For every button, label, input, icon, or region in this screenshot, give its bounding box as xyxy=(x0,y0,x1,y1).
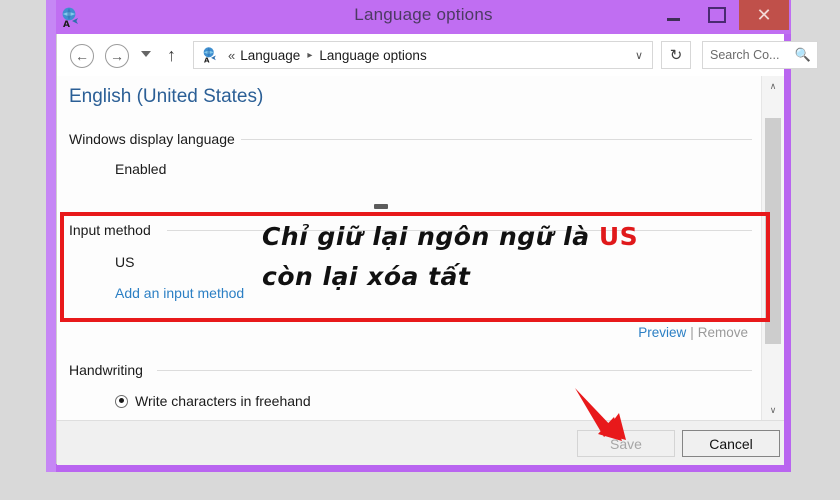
divider-artifact xyxy=(374,204,388,209)
breadcrumb-item-language-options[interactable]: Language options xyxy=(319,48,426,63)
up-one-level-button[interactable]: ↑ xyxy=(167,45,176,65)
link-divider: | xyxy=(690,325,694,340)
back-button[interactable]: ← xyxy=(70,44,94,68)
display-language-status: Enabled xyxy=(115,161,167,177)
dialog-footer: Save Cancel xyxy=(57,420,784,465)
address-toolbar: ← → ↑ A « Language ▸ Language options ∨ … xyxy=(57,34,818,76)
forward-button[interactable]: → xyxy=(105,44,129,68)
breadcrumb-item-language[interactable]: Language xyxy=(240,48,300,63)
radio-option-freehand[interactable]: Write characters in freehand xyxy=(115,393,311,409)
window-controls: ✕ xyxy=(651,0,789,34)
annotation-text-line2: còn lại xóa tất xyxy=(262,262,471,291)
preview-link[interactable]: Preview xyxy=(638,325,686,340)
page-title: English (United States) xyxy=(69,86,264,107)
svg-text:A: A xyxy=(63,20,70,30)
cancel-button[interactable]: Cancel xyxy=(682,430,780,457)
search-input[interactable]: Search Co... 🔍 xyxy=(702,41,818,69)
chevron-down-icon[interactable]: ∨ xyxy=(635,49,648,62)
chevron-right-icon[interactable]: ▸ xyxy=(307,50,312,61)
close-button[interactable]: ✕ xyxy=(739,0,789,30)
scroll-up-button[interactable]: ∧ xyxy=(762,76,784,96)
vertical-scrollbar[interactable]: ∧ ∨ xyxy=(761,76,784,420)
search-icon: 🔍 xyxy=(794,47,811,62)
section-label-input-method: Input method xyxy=(69,222,157,238)
minimize-button[interactable] xyxy=(651,0,695,30)
radio-label-freehand: Write characters in freehand xyxy=(135,393,311,409)
breadcrumb-address-box[interactable]: A « Language ▸ Language options ∨ xyxy=(193,41,653,69)
section-label-handwriting: Handwriting xyxy=(69,362,149,378)
maximize-button[interactable] xyxy=(695,0,739,30)
annotation-line1-highlight: US xyxy=(598,222,639,251)
language-globe-icon: A xyxy=(58,6,82,30)
annotation-line1-text: Chỉ giữ lại ngôn ngữ là xyxy=(262,222,599,251)
radio-button-freehand[interactable] xyxy=(115,394,128,408)
recent-locations-dropdown-icon[interactable] xyxy=(141,51,151,57)
svg-text:A: A xyxy=(204,55,210,64)
scroll-down-button[interactable]: ∨ xyxy=(762,400,784,420)
annotation-text-line1: Chỉ giữ lại ngôn ngữ là US xyxy=(262,222,638,251)
annotation-red-arrow xyxy=(570,385,650,452)
breadcrumb-prefix: « xyxy=(228,47,236,63)
title-bar: Language options ✕ xyxy=(56,0,791,34)
window-frame-left-edge xyxy=(46,0,56,472)
remove-link[interactable]: Remove xyxy=(698,325,748,340)
add-input-method-link[interactable]: Add an input method xyxy=(115,285,244,301)
input-method-row-links: Preview | Remove xyxy=(638,325,748,340)
screenshot-root: Language options ✕ A ← → ↑ A « Language … xyxy=(0,0,840,500)
section-rule-handwriting xyxy=(157,370,752,371)
refresh-button[interactable]: ↻ xyxy=(661,41,691,69)
search-placeholder: Search Co... xyxy=(710,48,780,62)
section-rule-display-language xyxy=(237,139,752,140)
section-label-display-language: Windows display language xyxy=(69,131,241,147)
input-method-value-us: US xyxy=(115,254,135,270)
scrollbar-thumb[interactable] xyxy=(765,118,781,344)
breadcrumb-language-globe-icon: A xyxy=(200,46,219,65)
